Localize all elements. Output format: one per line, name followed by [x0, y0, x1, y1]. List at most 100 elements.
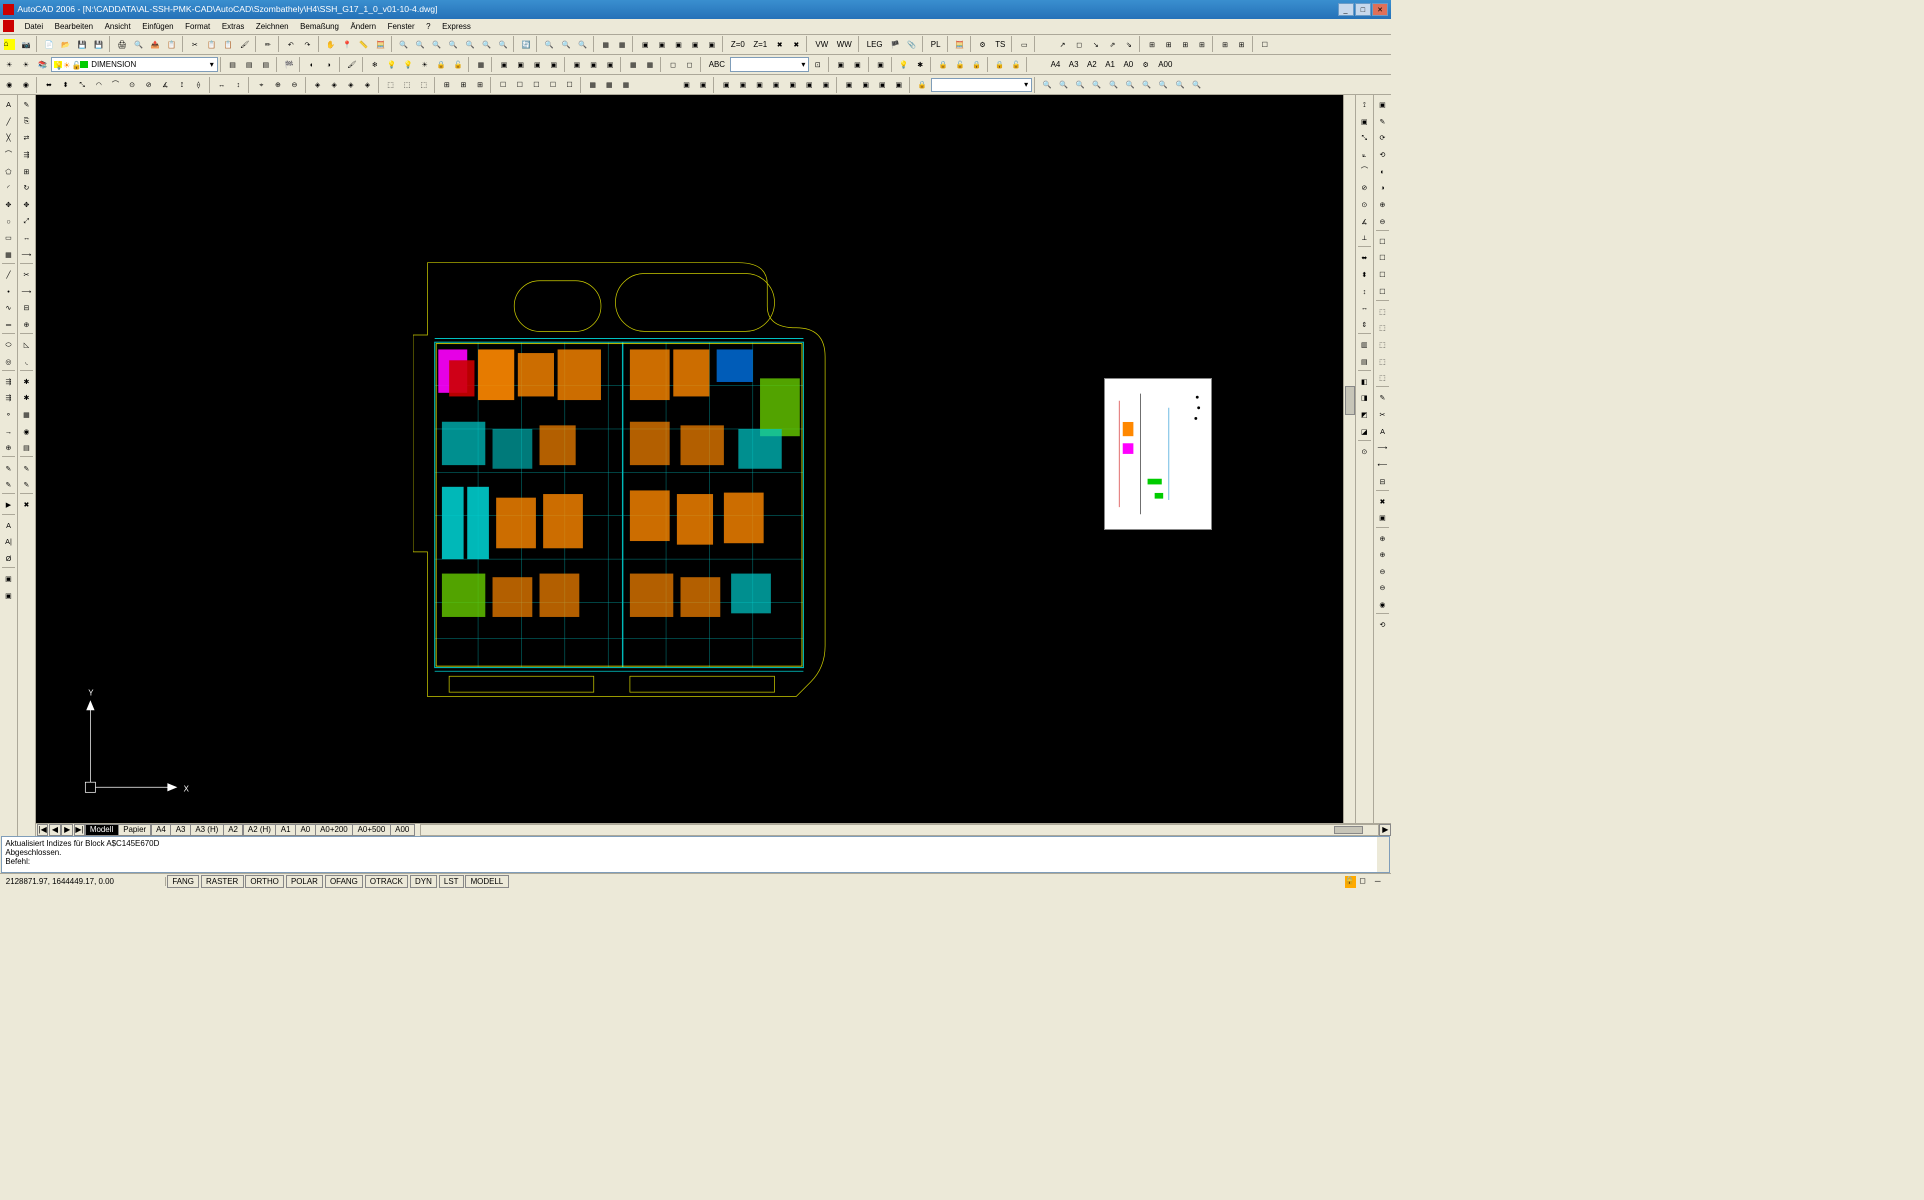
- zoom-ext-icon[interactable]: 🔍: [479, 36, 495, 52]
- zm2-icon[interactable]: 🔍: [1056, 77, 1072, 93]
- lyr-thw-icon[interactable]: ☀: [417, 57, 433, 73]
- b13-icon[interactable]: ▣: [891, 77, 907, 93]
- r17-icon[interactable]: ◧: [1357, 373, 1373, 389]
- zm4-icon[interactable]: 🔍: [1089, 77, 1105, 93]
- vw-button[interactable]: VW: [812, 36, 833, 52]
- join-icon[interactable]: ⊕: [19, 316, 35, 332]
- m1-icon[interactable]: ▣: [1375, 97, 1391, 113]
- off2-icon[interactable]: ⇶: [1, 390, 17, 406]
- xtool1-icon[interactable]: ✖: [772, 36, 788, 52]
- m23-icon[interactable]: ⊟: [1375, 473, 1391, 489]
- spedit-icon[interactable]: ✎: [19, 477, 35, 493]
- sun2-icon[interactable]: ☀: [18, 57, 34, 73]
- open-icon[interactable]: 📂: [58, 36, 74, 52]
- xline-icon[interactable]: ╳: [1, 130, 17, 146]
- r12-icon[interactable]: ↕: [1357, 283, 1373, 299]
- r6-icon[interactable]: ⊘: [1357, 180, 1373, 196]
- minimize-button[interactable]: _: [1338, 3, 1354, 16]
- zoom-all-icon[interactable]: 🔍: [495, 36, 511, 52]
- tab-papier[interactable]: Papier: [118, 824, 152, 836]
- d30-icon[interactable]: ☐: [562, 77, 578, 93]
- menu-help[interactable]: ?: [420, 22, 436, 31]
- d32-icon[interactable]: ▦: [601, 77, 617, 93]
- m12-icon[interactable]: ☐: [1375, 283, 1391, 299]
- tab-a4[interactable]: A4: [151, 824, 171, 836]
- d6-icon[interactable]: ⊙: [124, 77, 140, 93]
- r8-icon[interactable]: ∡: [1357, 213, 1373, 229]
- zm1-icon[interactable]: 🔍: [1039, 77, 1055, 93]
- ts1-icon[interactable]: ⚙: [975, 36, 991, 52]
- arrow1-icon[interactable]: ↗: [1055, 36, 1071, 52]
- b10-icon[interactable]: ▣: [841, 77, 857, 93]
- fillet-icon[interactable]: ◟: [19, 353, 35, 369]
- mline-icon[interactable]: ═: [1, 316, 17, 332]
- maximize-button[interactable]: □: [1355, 3, 1371, 16]
- menu-ansicht[interactable]: Ansicht: [99, 22, 137, 31]
- a00-button[interactable]: A00: [1154, 57, 1176, 73]
- m4-icon[interactable]: ⟲: [1375, 147, 1391, 163]
- zm5-icon[interactable]: 🔍: [1106, 77, 1122, 93]
- lock1-icon[interactable]: 🔒: [935, 57, 951, 73]
- b3-icon[interactable]: ▣: [718, 77, 734, 93]
- lyr-iso-icon[interactable]: 🏁: [281, 57, 297, 73]
- tab-nav-prev[interactable]: ◀: [49, 824, 61, 836]
- tab-a1[interactable]: A1: [275, 824, 295, 836]
- line2-icon[interactable]: ╱: [1, 267, 17, 283]
- d31-icon[interactable]: ▦: [585, 77, 601, 93]
- m13-icon[interactable]: ⬚: [1375, 303, 1391, 319]
- xtool2-icon[interactable]: ✖: [788, 36, 804, 52]
- extend-icon[interactable]: ⟶: [19, 283, 35, 299]
- cmd-scrollbar[interactable]: [1377, 837, 1389, 871]
- grid4-icon[interactable]: ⊞: [1194, 36, 1210, 52]
- d24-icon[interactable]: ⊞: [456, 77, 472, 93]
- box2-icon[interactable]: ◻: [682, 57, 698, 73]
- plot-icon[interactable]: 📋: [164, 36, 180, 52]
- d12-icon[interactable]: ↕: [230, 77, 246, 93]
- b8-icon[interactable]: ▣: [801, 77, 817, 93]
- m19-icon[interactable]: ✂: [1375, 407, 1391, 423]
- color-dropdown[interactable]: ▾: [730, 57, 810, 71]
- d29-icon[interactable]: ☐: [545, 77, 561, 93]
- ref-icon[interactable]: 📎: [904, 36, 920, 52]
- m9-icon[interactable]: ☐: [1375, 233, 1391, 249]
- txt-ai[interactable]: A|: [1, 534, 17, 550]
- offset-icon[interactable]: ⇶: [19, 147, 35, 163]
- overview-thumbnail[interactable]: [1104, 378, 1212, 530]
- lyr-lck-icon[interactable]: 🔒: [433, 57, 449, 73]
- txt-boxed2[interactable]: ▣: [1, 587, 17, 603]
- zm10-icon[interactable]: 🔍: [1189, 77, 1205, 93]
- m2-icon[interactable]: ✎: [1375, 113, 1391, 129]
- menu-bearbeiten[interactable]: Bearbeiten: [49, 22, 99, 31]
- b1-icon[interactable]: ▣: [679, 77, 695, 93]
- break-icon[interactable]: ⊟: [19, 300, 35, 316]
- pscale-icon[interactable]: ⚙: [1138, 57, 1154, 73]
- win4-icon[interactable]: ▣: [687, 36, 703, 52]
- d22-icon[interactable]: ⬚: [416, 77, 432, 93]
- donut-icon[interactable]: ◎: [1, 353, 17, 369]
- off1-icon[interactable]: ⇶: [1, 373, 17, 389]
- tab-a3h[interactable]: A3 (H): [190, 824, 224, 836]
- a0-button[interactable]: A0: [1120, 57, 1138, 73]
- d4-icon[interactable]: ◠: [91, 77, 107, 93]
- r16-icon[interactable]: ▤: [1357, 353, 1373, 369]
- win3-icon[interactable]: ▣: [671, 36, 687, 52]
- match-icon[interactable]: 🖌: [237, 36, 253, 52]
- d10-icon[interactable]: ⟠: [191, 77, 207, 93]
- m20-icon[interactable]: A: [1375, 423, 1391, 439]
- b2-icon[interactable]: ▣: [695, 77, 711, 93]
- dot-icon[interactable]: •: [1, 283, 17, 299]
- tab-a3[interactable]: A3: [170, 824, 190, 836]
- tray-box-icon[interactable]: ◻: [1359, 876, 1371, 888]
- b7-icon[interactable]: ▣: [785, 77, 801, 93]
- a2-button[interactable]: A2: [1083, 57, 1101, 73]
- box-icon[interactable]: ◻: [665, 57, 681, 73]
- grid6-icon[interactable]: ⊞: [1234, 36, 1250, 52]
- blank1-icon[interactable]: ☐: [1257, 36, 1273, 52]
- b5-icon[interactable]: ▣: [752, 77, 768, 93]
- b6-icon[interactable]: ▣: [768, 77, 784, 93]
- lyr-t2-icon[interactable]: ▤: [241, 57, 257, 73]
- vp4-icon[interactable]: ▣: [546, 57, 562, 73]
- zm7-icon[interactable]: 🔍: [1139, 77, 1155, 93]
- mode-fang[interactable]: FANG: [167, 875, 199, 888]
- m24-icon[interactable]: ✖: [1375, 493, 1391, 509]
